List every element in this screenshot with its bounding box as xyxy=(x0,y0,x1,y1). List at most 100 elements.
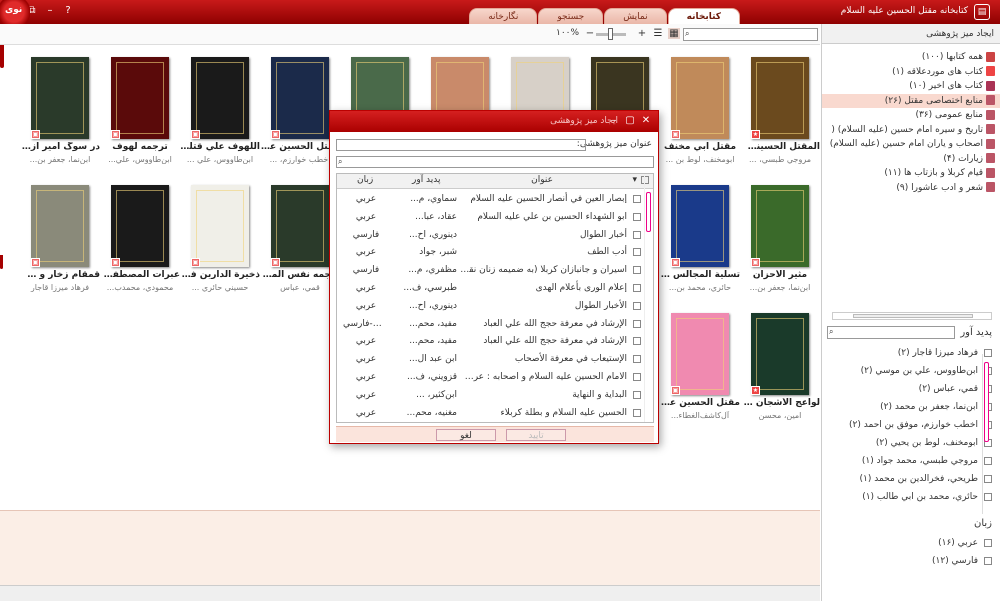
ok-button[interactable]: تایید xyxy=(506,429,566,441)
table-row[interactable]: الامام الحسين عليه السلام و اصحابه : عرض… xyxy=(337,369,653,386)
scrollbar-thumb[interactable] xyxy=(853,314,973,318)
author-filter-input[interactable]: ⌕ xyxy=(827,326,955,339)
row-checkbox[interactable] xyxy=(633,355,641,364)
zoom-slider[interactable] xyxy=(596,28,626,40)
tree-item[interactable]: منابع اختصاصی مقتل (۲۶) xyxy=(822,93,1000,108)
table-row[interactable]: الإرشاد في معرفة حجج الله علي العباد مفيد… xyxy=(337,333,653,350)
minimize-icon[interactable]: – xyxy=(42,3,58,19)
book-card[interactable]: ▣ ذخيرة الدارين في... حسيني حائري ... xyxy=(180,173,260,292)
row-checkbox[interactable] xyxy=(633,266,641,275)
author-filter-item[interactable]: حائري، محمد بن ابي طالب (۱) xyxy=(844,488,992,506)
table-row[interactable]: إعلام الورى بأعلام الهدى طبرسي، ف... عربي xyxy=(337,280,653,297)
book-card[interactable]: ▣ عبرات المصطفي... محمودي، محمدب... xyxy=(100,173,180,292)
row-checkbox[interactable] xyxy=(633,337,641,346)
book-cover[interactable] xyxy=(671,313,729,395)
tree-item[interactable]: کتاب های اخیر (۱۰) xyxy=(822,79,1000,94)
book-card[interactable]: ▣ قمقام زخار و صم... فرهاد ميرزا قاجار xyxy=(20,173,100,292)
table-row[interactable]: أخبار الطوال دينوري، اح... فارسي xyxy=(337,227,653,244)
note-icon[interactable]: ▣ xyxy=(671,258,680,267)
note-icon[interactable]: ▣ xyxy=(111,130,120,139)
book-cover[interactable] xyxy=(31,57,89,139)
row-checkbox[interactable] xyxy=(633,319,641,328)
table-row[interactable]: البداية و النهاية ابن‌كثير، ... عربي xyxy=(337,387,653,404)
book-card[interactable]: ▣ تسلية المجالس ... حائري، محمد بن... xyxy=(660,173,740,292)
search-input[interactable]: ⌕ xyxy=(683,28,818,41)
zoom-in-button[interactable]: + xyxy=(636,28,648,39)
row-checkbox[interactable] xyxy=(633,248,641,257)
table-row[interactable]: ابو الشهداء الحسين بن علي عليه السلام عقا… xyxy=(337,209,653,226)
author-filter-item[interactable]: ابن‌طاووس، علي بن موسي (۲) xyxy=(844,362,992,380)
grid-view-icon[interactable]: ▦ xyxy=(668,28,680,39)
author-filter-item[interactable]: طريحي، فخرالدين بن محمد (۱) xyxy=(844,470,992,488)
note-icon[interactable]: ▣ xyxy=(671,386,680,395)
author-filter-item[interactable]: ابومخنف، لوط بن يحيي (۲) xyxy=(844,434,992,452)
tab-view[interactable]: نمایش xyxy=(604,8,667,24)
tree-item[interactable]: تاریخ و سیره امام حسین (علیه السلام) ( xyxy=(822,123,1000,138)
tree-item[interactable]: منابع عمومی (۳۶) xyxy=(822,108,1000,123)
book-card[interactable]: ★ لواعج الأشجان ف... امين، محسن xyxy=(740,301,820,420)
author-filter-item[interactable]: مروجي طبسي، محمد جواد (۱) xyxy=(844,452,992,470)
zoom-slider-handle[interactable] xyxy=(608,28,613,40)
book-card[interactable]: ★ المقتل الحسيني ... مروجي طبسي، ... xyxy=(740,45,820,164)
note-icon[interactable]: ▣ xyxy=(271,130,280,139)
tree-item[interactable]: اصحاب و یاران امام حسین (علیه السلام) xyxy=(822,137,1000,152)
dialog-search-input[interactable]: ⌕ xyxy=(336,156,654,168)
table-row[interactable]: الإرشاد في معرفة حجج الله علي العباد مفيد… xyxy=(337,316,653,333)
note-icon[interactable]: ▣ xyxy=(271,258,280,267)
sort-chevron-down-icon[interactable]: ▾ xyxy=(632,175,637,185)
author-filter-item[interactable]: ابن‌نما، جعفر بن محمد (۲) xyxy=(844,398,992,416)
tab-library[interactable]: کتابخانه xyxy=(667,8,740,24)
checkbox[interactable] xyxy=(984,538,992,547)
desk-title-input[interactable] xyxy=(336,139,586,151)
book-card[interactable]: ▣ اللهوف علي قتلي... ابن‌طاووس، علي ... xyxy=(180,45,260,164)
column-header-author[interactable]: پدید آور xyxy=(412,175,441,185)
book-cover[interactable] xyxy=(751,313,809,395)
table-row[interactable]: الإستيعاب في معرفة الأصحاب ابن عبد ال... ع… xyxy=(337,351,653,368)
scrollbar-thumb[interactable] xyxy=(646,192,651,232)
table-row[interactable]: الأخبار الطوال دينوري، اح... عربي xyxy=(337,298,653,315)
author-filter-item[interactable]: قمي، عباس (۲) xyxy=(844,380,992,398)
table-row[interactable]: إبصار العين في أنصار الحسين عليه السلام س… xyxy=(337,191,653,208)
tab-gallery[interactable]: نگارخانه xyxy=(469,8,538,24)
book-cover[interactable] xyxy=(191,185,249,267)
book-cover[interactable] xyxy=(271,57,329,139)
help-icon[interactable]: ? xyxy=(60,3,76,19)
tree-item[interactable]: همه کتابها (۱۰۰) xyxy=(822,50,1000,65)
row-checkbox[interactable] xyxy=(633,230,641,239)
note-icon[interactable]: ▣ xyxy=(671,130,680,139)
book-card[interactable]: ▣ ترجمه نفس المه... قمي، عباس xyxy=(260,173,340,292)
scrollbar-thumb[interactable] xyxy=(984,362,989,442)
note-icon[interactable]: ▣ xyxy=(751,258,760,267)
dialog-vertical-scrollbar[interactable] xyxy=(644,174,652,422)
language-filter-item[interactable]: عربي (۱۶) xyxy=(844,534,992,552)
tab-search[interactable]: جستجو xyxy=(538,8,604,24)
table-row[interactable]: أدب الطف شبر، جواد عربي xyxy=(337,244,653,261)
book-cover[interactable] xyxy=(111,57,169,139)
note-icon[interactable]: ▣ xyxy=(111,258,120,267)
zoom-out-button[interactable]: − xyxy=(584,28,596,39)
row-checkbox[interactable] xyxy=(633,408,641,417)
favorite-star-icon[interactable]: ★ xyxy=(751,130,760,139)
note-icon[interactable]: ▣ xyxy=(191,258,200,267)
book-cover[interactable] xyxy=(751,57,809,139)
row-checkbox[interactable] xyxy=(633,284,641,292)
book-cover[interactable] xyxy=(671,185,729,267)
book-card[interactable]: ▣ مقتل أبي مخنف ابومخنف، لوط بن ... xyxy=(660,45,740,164)
favorite-star-icon[interactable]: ★ xyxy=(751,386,760,395)
tree-item[interactable]: زیارات (۴) xyxy=(822,152,1000,167)
book-card[interactable]: ▣ مقتل الحسين عل... آل‌كاشف‌الغطاء... xyxy=(660,301,740,420)
row-checkbox[interactable] xyxy=(633,195,641,203)
create-research-desk-header[interactable]: ایجاد میز پژوهشی xyxy=(822,24,1000,44)
search-icon[interactable]: ⌕ xyxy=(338,157,342,167)
tree-item[interactable]: شعر و ادب عاشورا (۹) xyxy=(822,181,1000,196)
book-card[interactable]: ▣ مقتل الحسين عل... اخطب خوارزم، ... xyxy=(260,45,340,164)
search-icon[interactable]: ⌕ xyxy=(685,29,689,39)
checkbox[interactable] xyxy=(984,556,992,565)
search-icon[interactable]: ⌕ xyxy=(829,327,833,337)
cancel-button[interactable]: لغو xyxy=(436,429,496,441)
maximize-icon[interactable]: ▢ xyxy=(624,114,636,127)
note-icon[interactable]: ▣ xyxy=(31,258,40,267)
book-cover[interactable] xyxy=(111,185,169,267)
book-cover[interactable] xyxy=(671,57,729,139)
book-card[interactable]: ▣ ترجمه لهوف ابن‌طاووس، علي... xyxy=(100,45,180,164)
